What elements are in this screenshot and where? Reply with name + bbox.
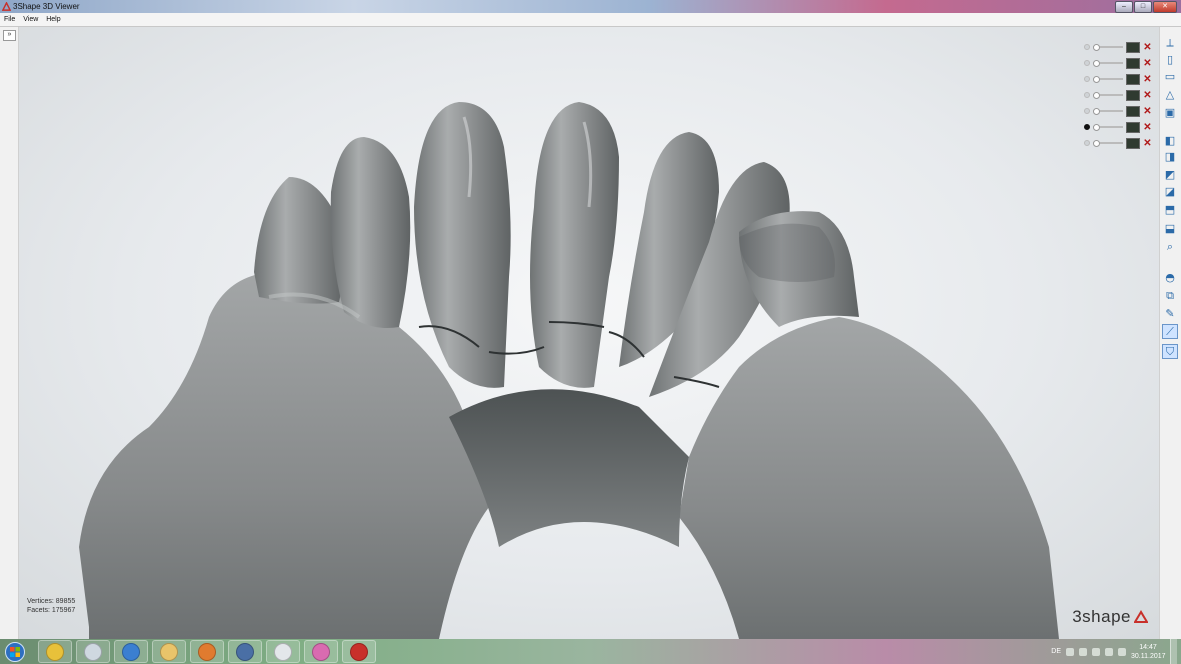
tooth-icon[interactable]: ⛉ [1162,344,1178,359]
page-icon[interactable]: ▯ [1162,52,1178,67]
layer-row: ✕ [1084,71,1152,87]
layer-thumbnail[interactable] [1126,41,1140,53]
view-back-icon[interactable]: ◨ [1162,149,1178,164]
layer-opacity-slider[interactable] [1093,44,1123,51]
system-tray: DE 14:47 30.11.2017 [1051,639,1181,664]
layer-select-radio[interactable] [1084,60,1090,66]
delete-layer-icon[interactable]: ✕ [1143,138,1152,148]
taskbar: DE 14:47 30.11.2017 [0,639,1181,664]
language-indicator[interactable]: DE [1051,648,1061,655]
delete-layer-icon[interactable]: ✕ [1143,74,1152,84]
mesh-stats: Vertices: 89855 Facets: 175967 [27,597,75,615]
layer-select-radio[interactable] [1084,140,1090,146]
dental-scan-model[interactable] [19,27,1160,639]
view-top-icon[interactable]: ⬒ [1162,202,1178,217]
menu-file[interactable]: File [0,13,18,26]
layer-row: ✕ [1084,39,1152,55]
virtualbox-icon[interactable] [76,640,110,663]
maximize-button[interactable]: □ [1134,1,1152,13]
tray-network-icon[interactable] [1079,647,1087,656]
facets-count: Facets: 175967 [27,607,76,614]
windows-start-icon [5,641,25,662]
3shape-dental-icon[interactable] [266,640,300,663]
view-left-icon[interactable]: ◩ [1162,167,1178,182]
clock-time: 14:47 [1139,643,1157,651]
cross-section-icon[interactable]: ◓ [1162,270,1178,285]
brand-name: 3shape [1072,607,1131,626]
delete-layer-icon[interactable]: ✕ [1143,58,1152,68]
view-front-icon[interactable]: ◧ [1162,133,1178,148]
tray-security-icon[interactable] [1118,647,1126,656]
layer-thumbnail[interactable] [1126,73,1140,85]
3shape-viewer-icon[interactable] [342,640,376,663]
internet-explorer-icon[interactable] [114,640,148,663]
layer-list: ✕ ✕ ✕ ✕ ✕ ✕ ✕ [1084,39,1152,151]
view-bottom-icon[interactable]: ⬓ [1162,221,1178,236]
layer-opacity-slider[interactable] [1093,124,1123,131]
window-title: 3Shape 3D Viewer [13,2,80,11]
chrome-icon[interactable] [38,640,72,663]
measure-icon[interactable]: △ [1162,87,1178,102]
layer-thumbnail[interactable] [1126,105,1140,117]
menu-view[interactable]: View [20,13,41,26]
pen-icon[interactable]: ✎ [1162,306,1178,321]
show-desktop-button[interactable] [1170,639,1177,664]
brand-watermark: 3shape [1072,607,1148,627]
view-right-icon[interactable]: ◪ [1162,184,1178,199]
title-bar: 3Shape 3D Viewer – □ ✕ [0,0,1181,13]
zoom-fit-icon[interactable]: ⌕ [1162,239,1178,254]
menu-help[interactable]: Help [43,13,63,26]
clock-date: 30.11.2017 [1131,652,1166,660]
vertices-count: Vertices: 89855 [27,598,76,605]
layer-opacity-slider[interactable] [1093,92,1123,99]
layer-thumbnail[interactable] [1126,121,1140,133]
layer-row: ✕ [1084,119,1152,135]
cube-icon[interactable]: ▣ [1162,105,1178,120]
layer-opacity-slider[interactable] [1093,76,1123,83]
media-player-icon[interactable] [190,640,224,663]
delete-layer-icon[interactable]: ✕ [1143,122,1152,132]
line-tool-icon[interactable]: ⟋ [1162,324,1178,339]
layer-row: ✕ [1084,103,1152,119]
layer-select-radio[interactable] [1084,76,1090,82]
layer-thumbnail[interactable] [1126,57,1140,69]
layer-select-radio[interactable] [1084,108,1090,114]
3shape-logo-icon [2,2,11,11]
layer-row: ✕ [1084,135,1152,151]
layer-row: ✕ [1084,87,1152,103]
monitor-icon[interactable]: ▭ [1162,69,1178,84]
menu-bar: File View Help [0,13,1181,27]
left-panel: » [0,27,19,639]
layer-select-radio[interactable] [1084,92,1090,98]
layer-thumbnail[interactable] [1126,89,1140,101]
close-button[interactable]: ✕ [1153,1,1177,13]
file-explorer-icon[interactable] [152,640,186,663]
layer-opacity-slider[interactable] [1093,60,1123,67]
tray-battery-icon[interactable] [1105,647,1113,656]
layer-row: ✕ [1084,55,1152,71]
right-toolbar: ⟂ ▯ ▭ △ ▣ ◧ ◨ ◩ ◪ ⬒ ⬓ ⌕ ◓ ⧉ ✎ ⟋ ⛉ [1159,27,1181,639]
itunes-icon[interactable] [304,640,338,663]
layer-select-radio[interactable] [1084,124,1090,130]
double-chevron-down-icon[interactable]: » [3,30,16,41]
delete-layer-icon[interactable]: ✕ [1143,90,1152,100]
minimize-button[interactable]: – [1115,1,1133,13]
axes-icon[interactable]: ⟂ [1162,35,1178,50]
layer-thumbnail[interactable] [1126,137,1140,149]
3d-viewport[interactable]: Vertices: 89855 Facets: 175967 3shape ✕ ✕… [19,27,1160,639]
delete-layer-icon[interactable]: ✕ [1143,42,1152,52]
3shape-logo-icon [1134,610,1148,623]
layer-opacity-slider[interactable] [1093,140,1123,147]
layer-opacity-slider[interactable] [1093,108,1123,115]
overlay-icon[interactable]: ⧉ [1162,288,1178,303]
tray-volume-icon[interactable] [1092,647,1100,656]
delete-layer-icon[interactable]: ✕ [1143,106,1152,116]
layer-select-radio[interactable] [1084,44,1090,50]
tray-flag-icon[interactable] [1066,647,1074,656]
start-button[interactable] [2,639,28,664]
clock[interactable]: 14:47 30.11.2017 [1131,643,1166,661]
network-icon[interactable] [228,640,262,663]
